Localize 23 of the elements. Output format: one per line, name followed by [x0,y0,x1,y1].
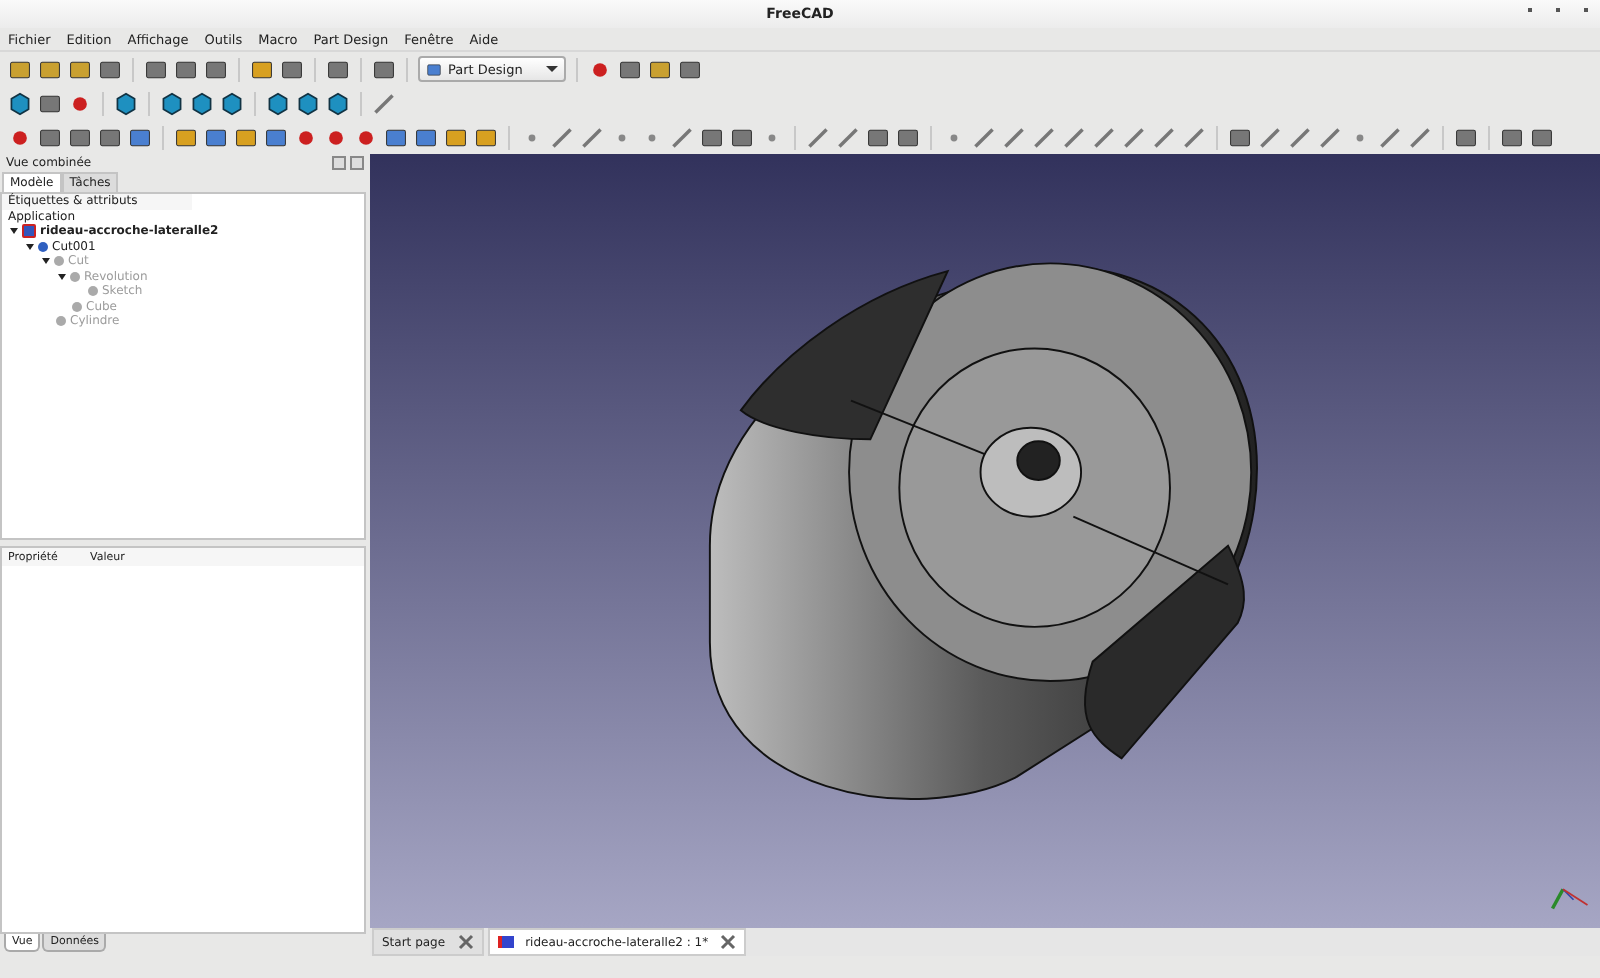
cube-icon[interactable] [296,91,320,115]
document-icon [22,224,36,239]
record-icon[interactable] [294,125,318,149]
record-icon[interactable] [588,57,612,81]
close-icon[interactable] [350,156,364,170]
close-icon[interactable] [720,934,737,950]
record-icon[interactable] [324,125,348,149]
cube-icon[interactable] [326,91,350,115]
cube-icon[interactable] [114,91,138,115]
cube-icon[interactable] [8,91,32,115]
float-icon[interactable] [332,156,346,170]
caret-icon [546,66,558,72]
record-icon[interactable] [8,125,32,149]
cube-icon[interactable] [190,91,214,115]
record-icon[interactable] [68,91,92,115]
record-icon[interactable] [354,125,378,149]
close-icon[interactable] [457,934,474,950]
cube-icon[interactable] [220,91,244,115]
axis-triad-icon [1548,884,1592,912]
app-icon [497,936,514,948]
cube-icon[interactable] [160,91,184,115]
3d-viewport[interactable] [370,154,1600,928]
cube-icon[interactable] [266,91,290,115]
